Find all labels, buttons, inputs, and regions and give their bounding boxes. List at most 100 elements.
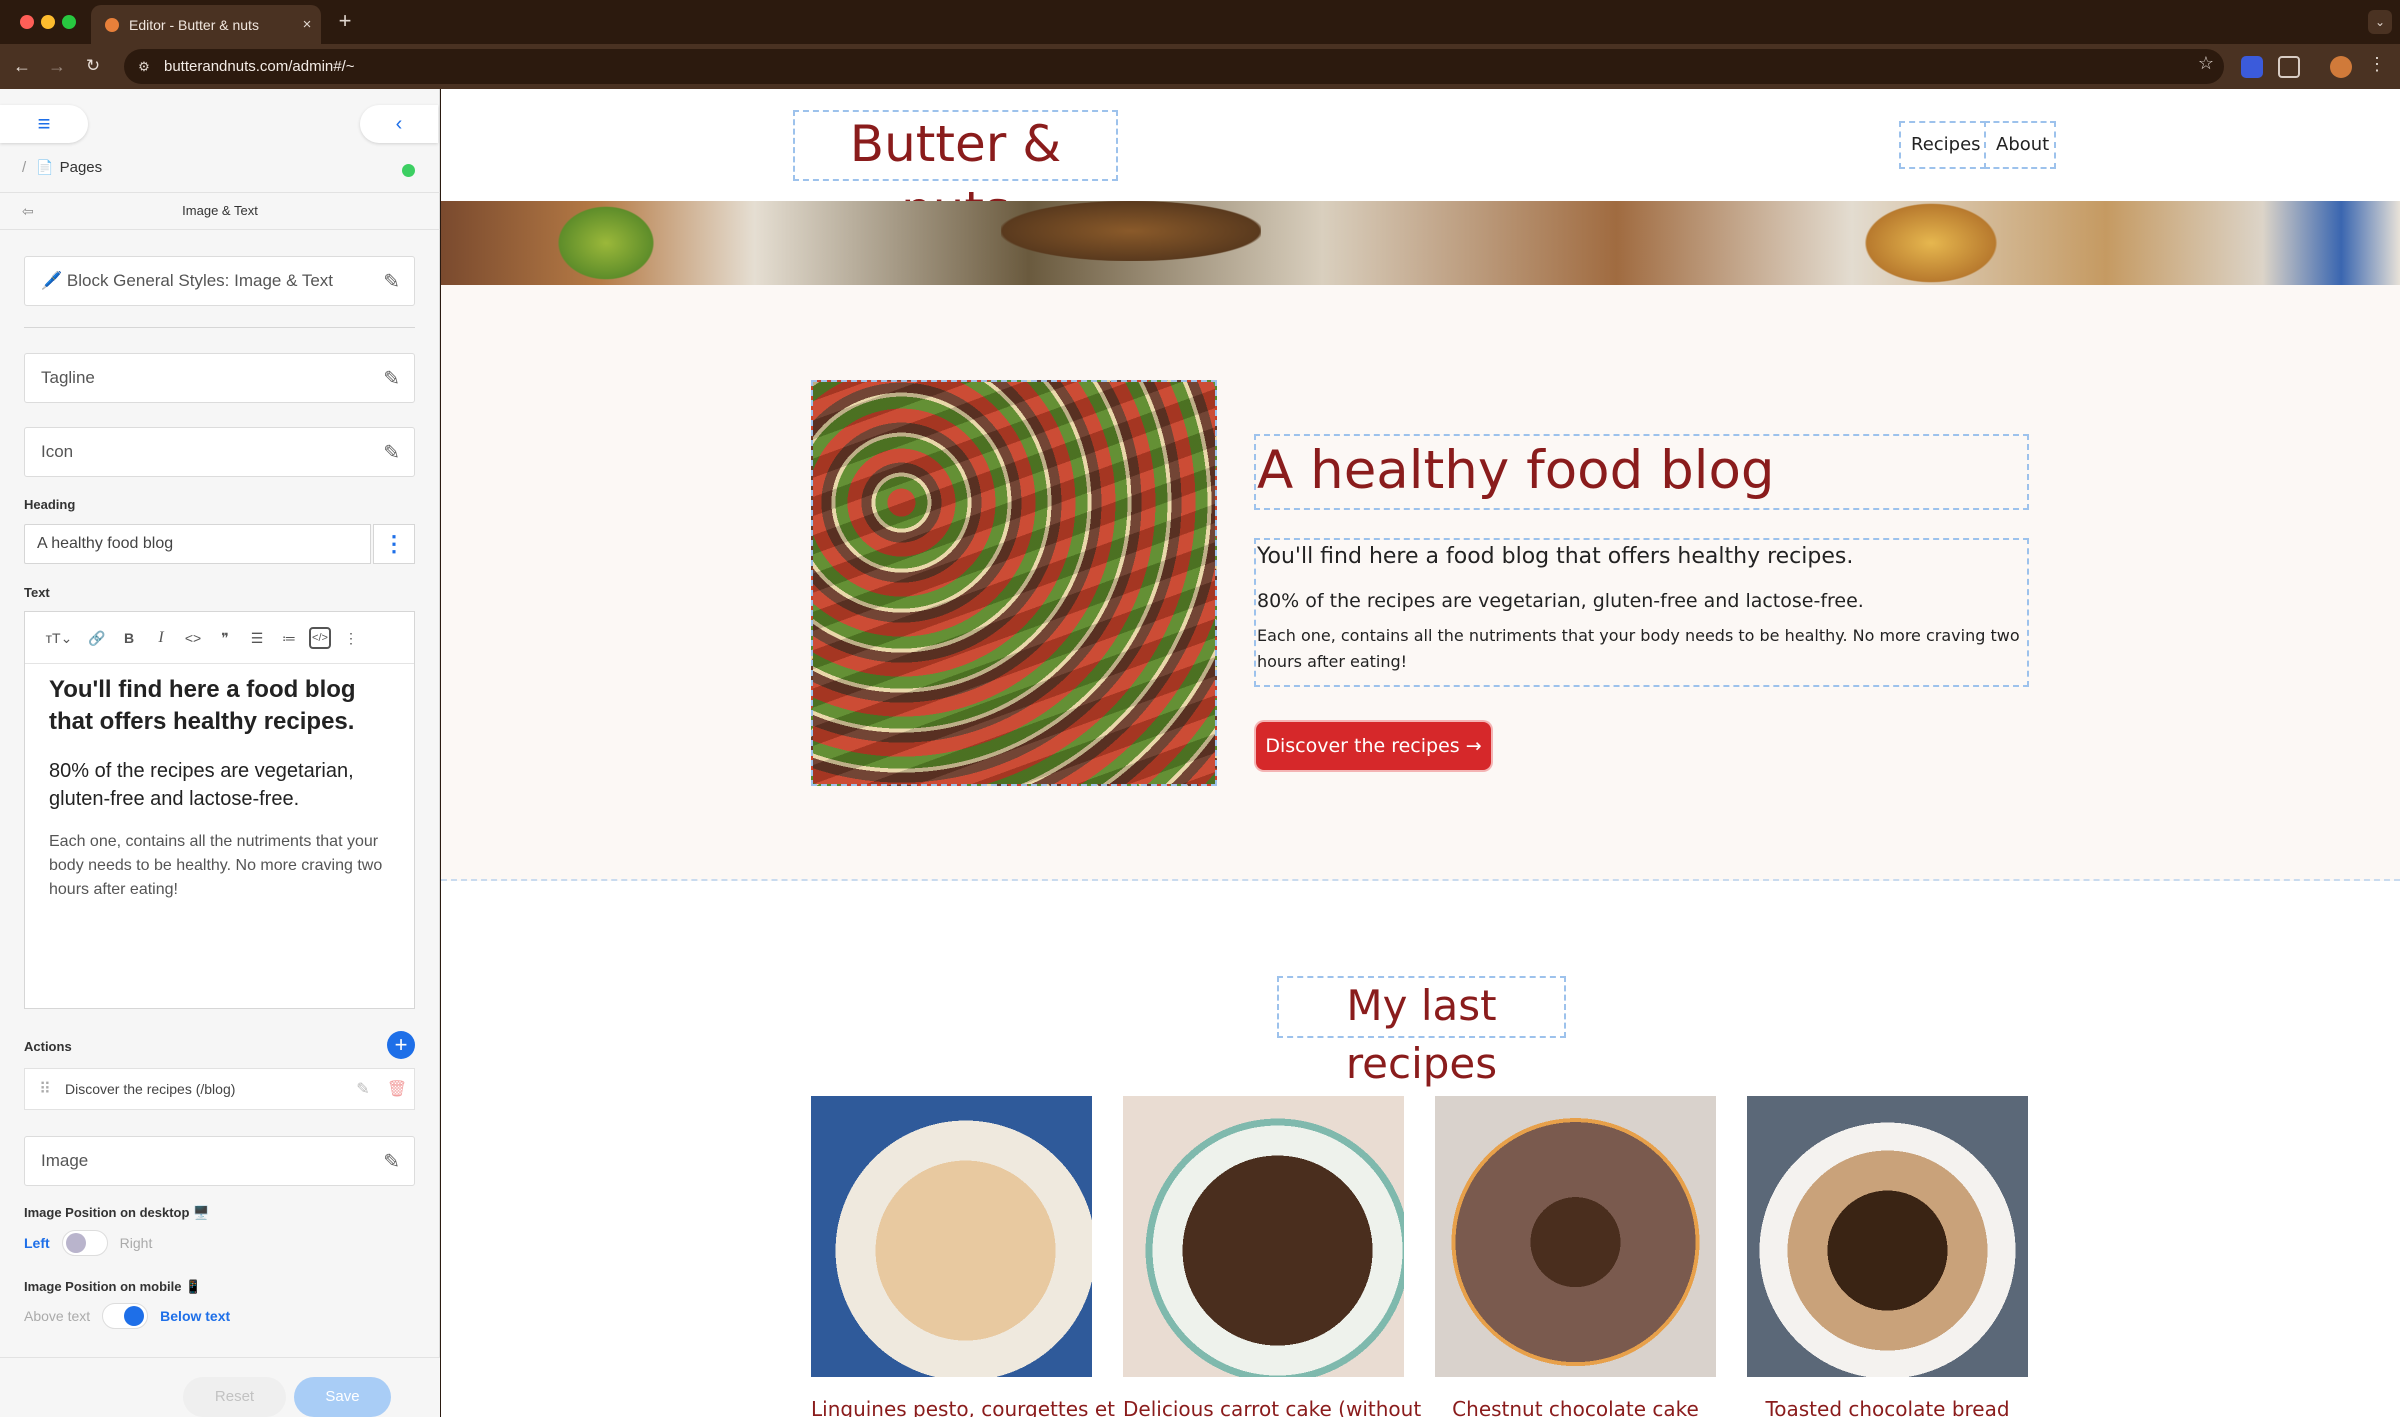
- recipe-title[interactable]: Delicious carrot cake (without: [1123, 1396, 1421, 1417]
- discover-recipes-button[interactable]: Discover the recipes →: [1256, 722, 1491, 770]
- rich-text-content[interactable]: You'll find here a food blog that offers…: [25, 664, 414, 902]
- rich-text-editor[interactable]: ᴛT⌄ 🔗 B I <> ❞ ☰ ≔ </> ⋮ You'll find her…: [24, 611, 415, 1009]
- address-bar[interactable]: ⚙ butterandnuts.com/admin#/~ ☆: [124, 49, 2224, 84]
- hamburger-menu-icon[interactable]: ≡: [0, 105, 88, 143]
- tab-title: Editor - Butter & nuts: [129, 16, 259, 33]
- quote-icon[interactable]: ❞: [213, 626, 237, 650]
- breadcrumb-pages-link[interactable]: Pages: [60, 159, 103, 176]
- mobile-below-option[interactable]: Below text: [160, 1308, 230, 1324]
- image-texture: [813, 382, 1215, 784]
- hero-text[interactable]: You'll find here a food blog that offers…: [1254, 538, 2029, 687]
- recipe-photo[interactable]: [1747, 1096, 2028, 1377]
- desktop-position-switch[interactable]: [61, 1230, 108, 1256]
- site-nav: Recipes About: [1899, 121, 2056, 169]
- extension-icon[interactable]: [2241, 56, 2263, 78]
- desktop-position-label: Image Position on desktop 🖥️: [24, 1205, 210, 1220]
- site-favicon-icon: [105, 17, 119, 32]
- window-close-button[interactable]: [20, 15, 34, 29]
- profile-avatar[interactable]: [2330, 56, 2352, 78]
- desktop-left-option[interactable]: Left: [24, 1235, 50, 1251]
- reload-icon[interactable]: ↻: [79, 52, 107, 80]
- mobile-above-option[interactable]: Above text: [24, 1308, 90, 1324]
- save-button[interactable]: Save: [294, 1377, 391, 1417]
- back-arrow-icon[interactable]: ←: [8, 52, 36, 80]
- tagline-field[interactable]: Tagline ✎: [24, 353, 415, 403]
- code-block-icon[interactable]: </>: [309, 626, 331, 649]
- action-item[interactable]: ⠿ Discover the recipes (/blog) ✎ 🗑: [24, 1068, 415, 1110]
- edit-pencil-icon[interactable]: ✎: [383, 269, 400, 294]
- more-options-icon[interactable]: ⋮: [339, 626, 363, 650]
- nav-link-recipes[interactable]: Recipes: [1899, 121, 1986, 169]
- text-size-icon[interactable]: ᴛT⌄: [41, 626, 77, 650]
- window-zoom-button[interactable]: [62, 15, 76, 29]
- site-title[interactable]: Butter & nuts: [793, 110, 1118, 239]
- status-indicator: [402, 164, 415, 177]
- mobile-position-switch[interactable]: [102, 1303, 149, 1329]
- puzzle-icon[interactable]: [2278, 56, 2300, 78]
- site-header: Butter & nuts Recipes About: [441, 89, 2400, 239]
- add-action-button[interactable]: +: [387, 1031, 415, 1059]
- recipe-photo[interactable]: [1435, 1096, 1716, 1377]
- edit-pencil-icon[interactable]: ✎: [346, 1079, 380, 1099]
- recipe-photo[interactable]: [1123, 1096, 1404, 1377]
- heading-input[interactable]: A healthy food blog: [24, 524, 371, 564]
- page-icon: 📄: [36, 159, 54, 175]
- recipe-photo[interactable]: [811, 1096, 1092, 1377]
- new-tab-button[interactable]: +: [332, 8, 358, 34]
- trash-icon[interactable]: 🗑: [380, 1079, 414, 1099]
- breadcrumb: / 📄 Pages: [22, 159, 102, 176]
- recipe-card[interactable]: Delicious carrot cake (without: [1123, 1096, 1421, 1417]
- bold-icon[interactable]: B: [117, 626, 141, 650]
- text-paragraph: 80% of the recipes are vegetarian, glute…: [49, 760, 354, 810]
- site-info-icon[interactable]: ⚙: [134, 59, 154, 75]
- tagline-label: Tagline: [41, 368, 95, 387]
- panel-header: ⇦ Image & Text: [0, 192, 440, 230]
- desktop-position-toggle-row: Left Right: [24, 1230, 152, 1256]
- banner-decoration: [551, 201, 661, 285]
- divider: [24, 327, 415, 328]
- desktop-right-option[interactable]: Right: [120, 1235, 153, 1251]
- hero-heading[interactable]: A healthy food blog: [1254, 434, 2029, 510]
- tab-close-icon[interactable]: ×: [293, 16, 321, 33]
- browser-tab[interactable]: Editor - Butter & nuts ×: [91, 5, 321, 44]
- recipe-title[interactable]: Chestnut chocolate cake: [1435, 1396, 1716, 1417]
- recipe-card[interactable]: Linguines pesto, courgettes et: [811, 1096, 1115, 1417]
- recipes-heading[interactable]: My last recipes: [1277, 976, 1566, 1088]
- italic-icon[interactable]: I: [149, 626, 173, 650]
- edit-pencil-icon[interactable]: ✎: [383, 1149, 400, 1174]
- general-styles-field[interactable]: 🖊️ Block General Styles: Image & Text ✎: [24, 256, 415, 306]
- image-text-block[interactable]: A healthy food blog You'll find here a f…: [441, 285, 2400, 881]
- drag-handle-icon[interactable]: ⠿: [25, 1079, 65, 1099]
- link-icon[interactable]: 🔗: [85, 626, 109, 650]
- numbered-list-icon[interactable]: ≔: [277, 626, 301, 650]
- bullet-list-icon[interactable]: ☰: [245, 626, 269, 650]
- code-icon[interactable]: <>: [181, 626, 205, 650]
- image-field[interactable]: Image ✎: [24, 1136, 415, 1186]
- recipe-card[interactable]: Chestnut chocolate cake: [1435, 1096, 1716, 1417]
- heading-options-icon[interactable]: ⋮: [373, 524, 415, 564]
- banner-decoration: [1861, 201, 2001, 285]
- forward-arrow-icon[interactable]: →: [43, 52, 71, 80]
- hero-banner-image: [441, 201, 2400, 285]
- browser-tab-bar: Editor - Butter & nuts × + ⌄: [0, 0, 2400, 44]
- reset-button[interactable]: Reset: [183, 1377, 286, 1417]
- window-minimize-button[interactable]: [41, 15, 55, 29]
- recipe-title[interactable]: Toasted chocolate bread: [1747, 1396, 2028, 1417]
- switch-knob: [124, 1306, 145, 1326]
- kebab-menu-icon[interactable]: ⋮: [2368, 54, 2386, 75]
- recipe-card[interactable]: Toasted chocolate bread: [1747, 1096, 2028, 1417]
- nav-link-about[interactable]: About: [1984, 121, 2056, 169]
- banner-decoration: [1001, 201, 1261, 261]
- bookmark-star-icon[interactable]: ☆: [2198, 53, 2214, 74]
- panel-back-icon[interactable]: ⇦: [22, 193, 34, 229]
- tab-search-icon[interactable]: ⌄: [2368, 10, 2392, 34]
- sidebar-footer: Reset Save: [0, 1357, 440, 1417]
- edit-pencil-icon[interactable]: ✎: [383, 366, 400, 391]
- icon-field[interactable]: Icon ✎: [24, 427, 415, 477]
- recipe-title[interactable]: Linguines pesto, courgettes et: [811, 1396, 1115, 1417]
- text-paragraph: You'll find here a food blog that offers…: [49, 676, 356, 735]
- hero-paragraph: You'll find here a food blog that offers…: [1257, 544, 1854, 569]
- ratatouille-image[interactable]: [811, 380, 1217, 786]
- collapse-sidebar-icon[interactable]: ‹: [360, 105, 438, 143]
- edit-pencil-icon[interactable]: ✎: [383, 440, 400, 465]
